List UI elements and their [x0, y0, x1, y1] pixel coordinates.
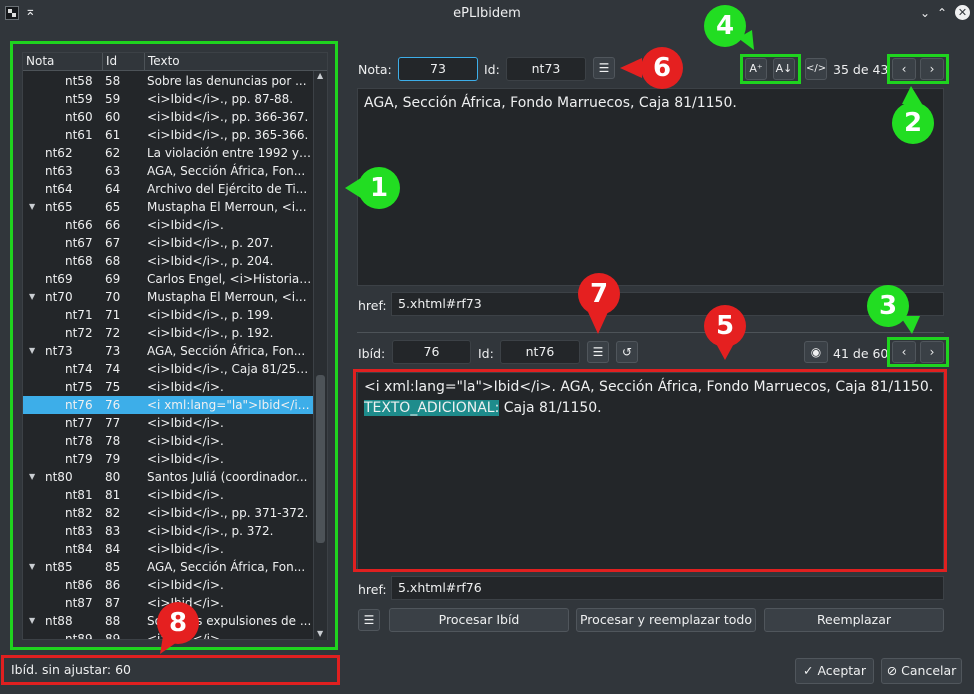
annotation-badge-8: 8 [157, 602, 199, 644]
annotation-badge-4: 4 [704, 5, 746, 47]
annotation-badge-6: 6 [641, 47, 683, 89]
annotation-badge-7: 7 [578, 273, 620, 315]
annotation-badge-3: 3 [867, 285, 909, 327]
annotation-pointers [160, 30, 922, 654]
annotation-badge-2: 2 [892, 102, 934, 144]
annotation-badge-1: 1 [358, 167, 400, 209]
annotation-badge-5: 5 [704, 305, 746, 347]
